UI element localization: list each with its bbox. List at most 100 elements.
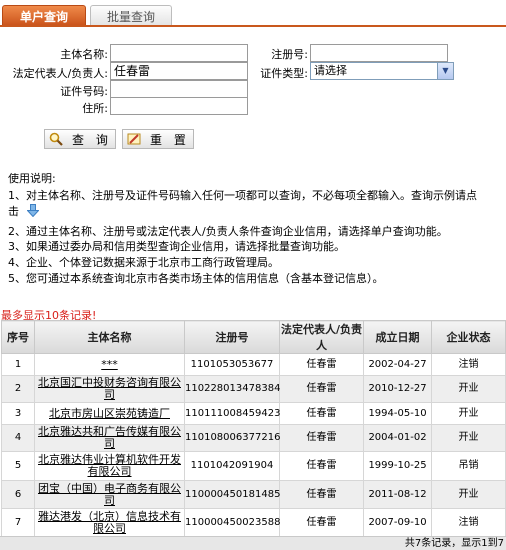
cell-status: 注销 bbox=[431, 508, 506, 537]
entity-name-line: 司 bbox=[104, 388, 115, 401]
tab-bar: 单户查询 批量查询 bbox=[0, 0, 506, 28]
table-row: 7 雅达港发（北京）信息技术有 限公司 110000450023588 任春雷 2… bbox=[1, 508, 506, 537]
cell-status: 开业 bbox=[431, 402, 506, 425]
entity-name-line: 司 bbox=[104, 437, 115, 450]
entity-name-line: 司 bbox=[104, 493, 115, 507]
cell-date: 2011-08-12 bbox=[363, 480, 432, 509]
cert-type-select[interactable]: 请选择 ▼ bbox=[310, 62, 454, 80]
table-row: 2 北京国汇中投财务咨询有限公司 110228013478384 任春雷 201… bbox=[1, 375, 506, 403]
entity-name-line: *** bbox=[101, 357, 118, 371]
cell-reg-no: 1101042091904 bbox=[184, 451, 280, 481]
query-button-label: 查 询 bbox=[72, 132, 112, 147]
cell-no: 7 bbox=[1, 508, 35, 537]
header-founding-date: 成立日期 bbox=[363, 320, 432, 354]
cell-entity-name-link[interactable]: 北京雅达共和广告传媒有限公司 bbox=[34, 424, 185, 452]
table-row: 6 团宝（中国）电子商务有限公司 110000450181485 任春雷 201… bbox=[1, 480, 506, 509]
cell-no: 6 bbox=[1, 480, 35, 509]
cell-date: 2007-09-10 bbox=[363, 508, 432, 537]
cell-date: 2004-01-02 bbox=[363, 424, 432, 452]
header-status: 企业状态 bbox=[431, 320, 506, 354]
cell-no: 1 bbox=[1, 353, 35, 376]
cert-no-label: 证件号码: bbox=[60, 85, 108, 98]
cell-legal-rep: 任春雷 bbox=[279, 480, 364, 509]
cell-no: 3 bbox=[1, 402, 35, 425]
cert-type-label: 证件类型: bbox=[260, 67, 308, 80]
entity-name-label: 主体名称: bbox=[60, 48, 108, 61]
pagination-status: 共7条记录，显示1到7 bbox=[0, 536, 506, 550]
help-line-2: 2、通过主体名称、注册号或法定代表人/负责人条件查询企业信用，请选择单户查询功能… bbox=[8, 225, 448, 238]
entity-name-line: 雅达港发（北京）信息技术有 bbox=[38, 509, 181, 523]
reset-button-label: 重 置 bbox=[150, 132, 190, 147]
cell-status: 开业 bbox=[431, 480, 506, 509]
tab-underline bbox=[0, 25, 506, 27]
cell-entity-name-link[interactable]: 北京雅达伟业计算机软件开发 有限公司 bbox=[34, 451, 185, 481]
help-line-1-end: 击 bbox=[8, 205, 19, 218]
cell-reg-no: 1101053053677 bbox=[184, 353, 280, 376]
help-line-1-cont: 击 bbox=[8, 203, 40, 220]
query-button[interactable]: 查 询 bbox=[44, 129, 116, 149]
eraser-icon bbox=[126, 131, 142, 147]
cell-reg-no: 110108006377216 bbox=[184, 424, 280, 452]
cell-reg-no: 110228013478384 bbox=[184, 375, 280, 403]
header-no: 序号 bbox=[1, 320, 35, 354]
entity-name-line: 北京市房山区崇苑铸造厂 bbox=[49, 406, 170, 420]
help-line-4: 4、企业、个体登记数据来源于北京市工商行政管理局。 bbox=[8, 256, 279, 269]
table-row: 1 *** 1101053053677 任春雷 2002-04-27 注销 bbox=[1, 353, 506, 376]
cell-entity-name-link[interactable]: 团宝（中国）电子商务有限公司 bbox=[34, 480, 185, 509]
cell-reg-no: 110000450181485 bbox=[184, 480, 280, 509]
help-title: 使用说明: bbox=[8, 172, 56, 185]
cell-entity-name-link[interactable]: 北京国汇中投财务咨询有限公司 bbox=[34, 375, 185, 403]
entity-name-line: 团宝（中国）电子商务有限公 bbox=[38, 481, 181, 495]
help-line-5: 5、您可通过本系统查询北京市各类市场主体的信用信息（含基本登记信息）。 bbox=[8, 272, 384, 285]
header-legal-rep: 法定代表人/负责人 bbox=[279, 320, 364, 354]
reg-no-label: 注册号: bbox=[271, 48, 308, 61]
help-line-3: 3、如果通过委办局和信用类型查询企业信用，请选择批量查询功能。 bbox=[8, 240, 345, 253]
table-row: 3 北京市房山区崇苑铸造厂 110111008459423 任春雷 1994-0… bbox=[1, 402, 506, 425]
cell-status: 开业 bbox=[431, 424, 506, 452]
entity-name-input[interactable] bbox=[110, 44, 248, 62]
table-header-row: 序号 主体名称 注册号 法定代表人/负责人 成立日期 企业状态 bbox=[1, 320, 506, 354]
legal-rep-label: 法定代表人/负责人: bbox=[12, 67, 108, 80]
legal-rep-input[interactable]: 任春雷 bbox=[110, 62, 248, 80]
cell-date: 1994-05-10 bbox=[363, 402, 432, 425]
cell-legal-rep: 任春雷 bbox=[279, 402, 364, 425]
cell-status: 吊销 bbox=[431, 451, 506, 481]
entity-name-line: 限公司 bbox=[93, 521, 126, 535]
cell-reg-no: 110000450023588 bbox=[184, 508, 280, 537]
cell-no: 2 bbox=[1, 375, 35, 403]
table-row: 4 北京雅达共和广告传媒有限公司 110108006377216 任春雷 200… bbox=[1, 424, 506, 452]
reset-button[interactable]: 重 置 bbox=[122, 129, 194, 149]
tab-batch-query[interactable]: 批量查询 bbox=[90, 5, 172, 26]
cell-status: 注销 bbox=[431, 353, 506, 376]
magnifier-icon bbox=[48, 131, 64, 147]
cell-legal-rep: 任春雷 bbox=[279, 375, 364, 403]
cell-entity-name-link[interactable]: 北京市房山区崇苑铸造厂 bbox=[34, 402, 185, 425]
table-row: 5 北京雅达伟业计算机软件开发 有限公司 1101042091904 任春雷 19… bbox=[1, 451, 506, 481]
address-label: 住所: bbox=[82, 102, 108, 115]
header-reg-no: 注册号 bbox=[184, 320, 280, 354]
cell-reg-no: 110111008459423 bbox=[184, 402, 280, 425]
cert-no-input[interactable] bbox=[110, 80, 248, 98]
cell-legal-rep: 任春雷 bbox=[279, 353, 364, 376]
cell-date: 1999-10-25 bbox=[363, 451, 432, 481]
results-table: 序号 主体名称 注册号 法定代表人/负责人 成立日期 企业状态 1 *** 11… bbox=[1, 320, 506, 537]
cell-date: 2002-04-27 bbox=[363, 353, 432, 376]
cell-legal-rep: 任春雷 bbox=[279, 451, 364, 481]
cell-entity-name-link[interactable]: *** bbox=[34, 353, 185, 376]
tab-single-query[interactable]: 单户查询 bbox=[2, 5, 86, 26]
cell-status: 开业 bbox=[431, 375, 506, 403]
cert-type-selected: 请选择 bbox=[314, 64, 347, 77]
cell-entity-name-link[interactable]: 雅达港发（北京）信息技术有 限公司 bbox=[34, 508, 185, 537]
cell-legal-rep: 任春雷 bbox=[279, 508, 364, 537]
cell-no: 5 bbox=[1, 451, 35, 481]
entity-name-line: 有限公司 bbox=[87, 465, 132, 478]
down-arrow-icon[interactable] bbox=[25, 204, 40, 220]
address-input[interactable] bbox=[110, 97, 248, 115]
cell-date: 2010-12-27 bbox=[363, 375, 432, 403]
chevron-down-icon[interactable]: ▼ bbox=[437, 63, 453, 79]
cell-no: 4 bbox=[1, 424, 35, 452]
cell-legal-rep: 任春雷 bbox=[279, 424, 364, 452]
help-line-1: 1、对主体名称、注册号及证件号码输入任何一项都可以查询，不必每项全都输入。查询示… bbox=[8, 189, 477, 202]
reg-no-input[interactable] bbox=[310, 44, 448, 62]
header-entity-name: 主体名称 bbox=[34, 320, 185, 354]
